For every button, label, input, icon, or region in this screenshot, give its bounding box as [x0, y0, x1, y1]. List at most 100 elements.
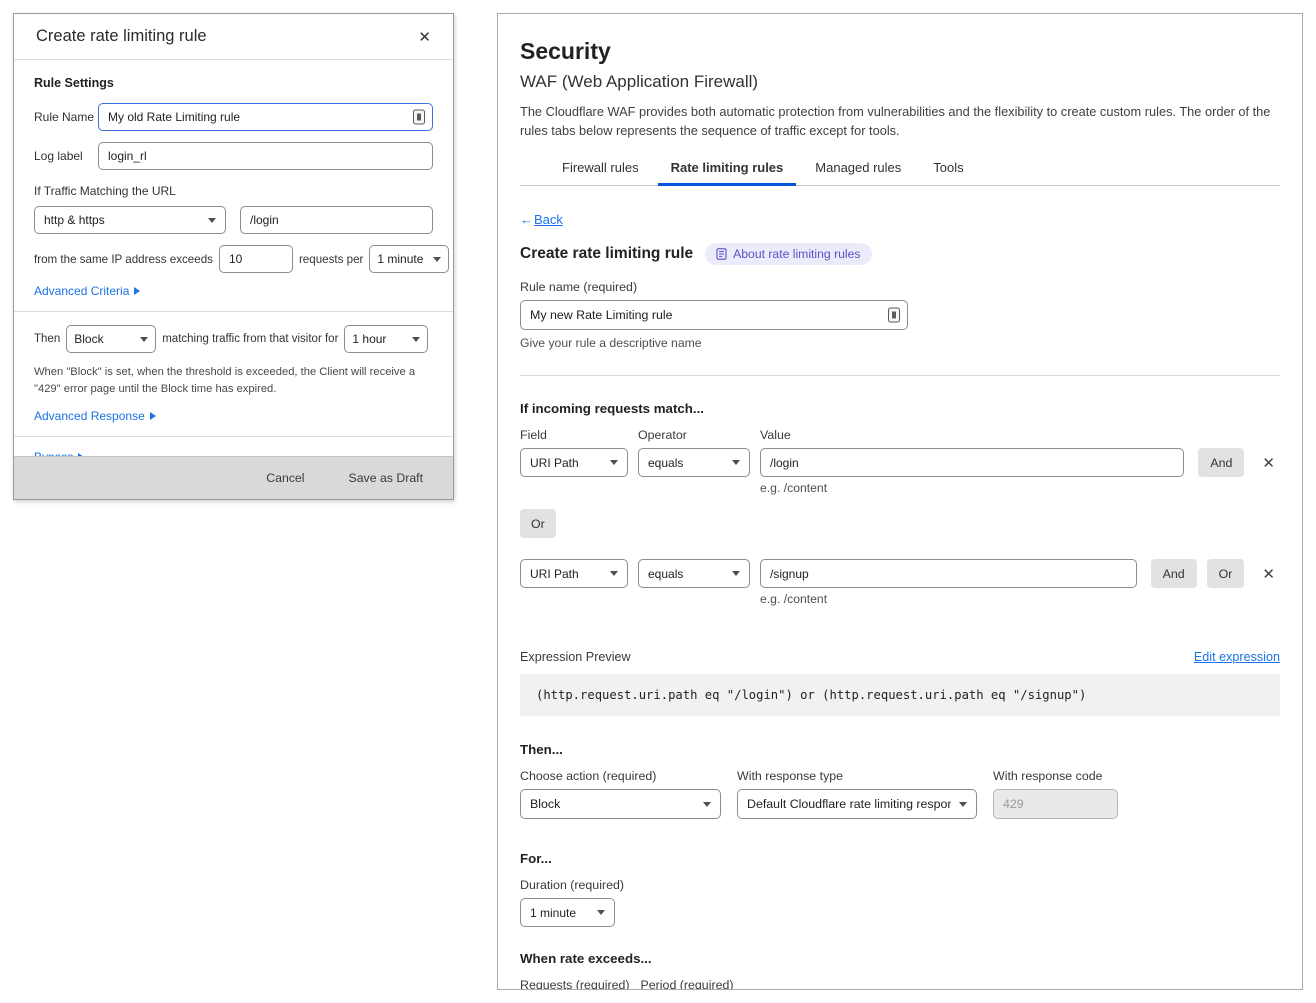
tab-tools[interactable]: Tools — [917, 156, 979, 185]
response-type-value: Default Cloudflare rate limiting respons… — [747, 797, 951, 811]
rate-heading: When rate exceeds... — [520, 951, 1280, 966]
about-rate-limiting-badge[interactable]: About rate limiting rules — [705, 243, 871, 265]
remove-condition-button[interactable]: ✕ — [1257, 559, 1280, 588]
duration-label: Duration (required) — [520, 878, 1280, 892]
autofill-icon[interactable] — [413, 110, 425, 125]
modal-body: Rule Settings Rule Name Log label If Tra… — [14, 60, 453, 464]
modal-title: Create rate limiting rule — [36, 27, 207, 46]
rule-name-input[interactable] — [520, 300, 908, 330]
requests-column: Requests (required) — [520, 978, 630, 990]
log-label-input[interactable] — [98, 142, 433, 170]
response-code-input — [993, 789, 1118, 819]
match-heading: If incoming requests match... — [520, 401, 1280, 416]
save-as-draft-button[interactable]: Save as Draft — [343, 470, 430, 486]
close-button[interactable]: ✕ — [412, 26, 437, 48]
value-helper: e.g. /content — [760, 592, 1137, 606]
advanced-response-link[interactable]: Advanced Response — [34, 409, 156, 423]
scheme-select-value: http & https — [44, 213, 105, 227]
requests-per-text: requests per — [299, 253, 363, 266]
value-input[interactable] — [760, 559, 1137, 588]
condition-labels: Field Operator Value — [520, 428, 1280, 442]
chevron-down-icon — [140, 337, 148, 342]
and-condition-button[interactable]: And — [1151, 559, 1197, 588]
block-note: When "Block" is set, when the threshold … — [34, 364, 433, 398]
chevron-down-icon — [610, 460, 618, 465]
chevron-down-icon — [597, 910, 605, 915]
chevron-down-icon — [703, 802, 711, 807]
duration-select[interactable]: 1 minute — [520, 898, 615, 927]
advanced-criteria-link[interactable]: Advanced Criteria — [34, 284, 140, 298]
tab-managed-rules[interactable]: Managed rules — [799, 156, 917, 185]
rule-name-label: Rule name (required) — [520, 280, 1280, 294]
operator-select[interactable]: equals — [638, 448, 750, 477]
response-code-label: With response code — [993, 769, 1118, 783]
operator-select[interactable]: equals — [638, 559, 750, 588]
operator-label: Operator — [638, 428, 750, 442]
exceeds-text: from the same IP address exceeds — [34, 253, 213, 266]
tab-rate-limiting-rules[interactable]: Rate limiting rules — [655, 156, 800, 185]
condition-row: URI Path equals e.g. /content And Or ✕ — [520, 559, 1280, 606]
cancel-button[interactable]: Cancel — [260, 470, 310, 486]
action-column: Choose action (required) Block — [520, 769, 721, 819]
back-label: Back — [534, 212, 563, 227]
value-label: Value — [760, 428, 1280, 442]
or-condition-button[interactable]: Or — [1207, 559, 1245, 588]
url-input[interactable] — [240, 206, 433, 234]
and-condition-button[interactable]: And — [1198, 448, 1244, 477]
field-select[interactable]: URI Path — [520, 559, 628, 588]
page-title: Security — [520, 38, 1280, 65]
value-column: e.g. /content — [760, 448, 1184, 495]
edit-expression-link[interactable]: Edit expression — [1194, 650, 1280, 664]
then-controls: Choose action (required) Block With resp… — [520, 769, 1280, 819]
autofill-icon[interactable] — [888, 308, 900, 323]
remove-condition-button[interactable]: ✕ — [1257, 448, 1280, 477]
field-select[interactable]: URI Path — [520, 448, 628, 477]
then-row: Then Block matching traffic from that vi… — [34, 325, 433, 353]
chevron-down-icon — [959, 802, 967, 807]
chevron-down-icon — [732, 571, 740, 576]
document-icon — [716, 248, 727, 260]
waf-description: The Cloudflare WAF provides both automat… — [520, 102, 1280, 140]
period-select[interactable]: 1 minute — [369, 245, 449, 273]
requests-input[interactable] — [219, 245, 293, 273]
rule-name-input[interactable] — [98, 103, 433, 131]
form-title-row: Create rate limiting rule About rate lim… — [520, 243, 1280, 265]
rate-controls: Requests (required) Period (required) 1 … — [520, 978, 1280, 990]
value-input[interactable] — [760, 448, 1184, 477]
period-column: Period (required) 1 minute — [641, 978, 751, 990]
operator-select-value: equals — [648, 567, 683, 581]
then-heading: Then... — [520, 742, 1280, 757]
action-select[interactable]: Block — [66, 325, 156, 353]
close-icon: ✕ — [1262, 566, 1275, 583]
back-link[interactable]: ←Back — [520, 212, 563, 227]
period-select-value: 1 minute — [377, 252, 423, 266]
action-select-value: Block — [530, 797, 560, 811]
response-code-column: With response code — [993, 769, 1118, 819]
url-input-wrap — [240, 206, 433, 234]
caret-right-icon — [134, 287, 140, 295]
tab-firewall-rules[interactable]: Firewall rules — [546, 156, 655, 185]
log-label-input-wrap — [98, 142, 433, 170]
traffic-match-heading: If Traffic Matching the URL — [34, 184, 433, 198]
chevron-down-icon — [433, 257, 441, 262]
scheme-select[interactable]: http & https — [34, 206, 226, 234]
waf-subtitle: WAF (Web Application Firewall) — [520, 72, 1280, 92]
action-select[interactable]: Block — [520, 789, 721, 819]
or-condition-button[interactable]: Or — [520, 509, 556, 538]
field-label: Field — [520, 428, 628, 442]
response-type-select[interactable]: Default Cloudflare rate limiting respons… — [737, 789, 977, 819]
ban-duration-select[interactable]: 1 hour — [344, 325, 428, 353]
chevron-down-icon — [732, 460, 740, 465]
modal-header: Create rate limiting rule ✕ — [14, 14, 453, 60]
for-heading: For... — [520, 851, 1280, 866]
condition-row: URI Path equals e.g. /content And ✕ — [520, 448, 1280, 495]
value-helper: e.g. /content — [760, 481, 1184, 495]
caret-right-icon — [150, 412, 156, 420]
field-select-value: URI Path — [530, 456, 579, 470]
log-label-label: Log label — [34, 149, 98, 163]
divider — [14, 311, 453, 312]
security-page: Security WAF (Web Application Firewall) … — [497, 13, 1303, 990]
response-type-label: With response type — [737, 769, 977, 783]
close-icon: ✕ — [1262, 455, 1275, 472]
operator-select-value: equals — [648, 456, 683, 470]
